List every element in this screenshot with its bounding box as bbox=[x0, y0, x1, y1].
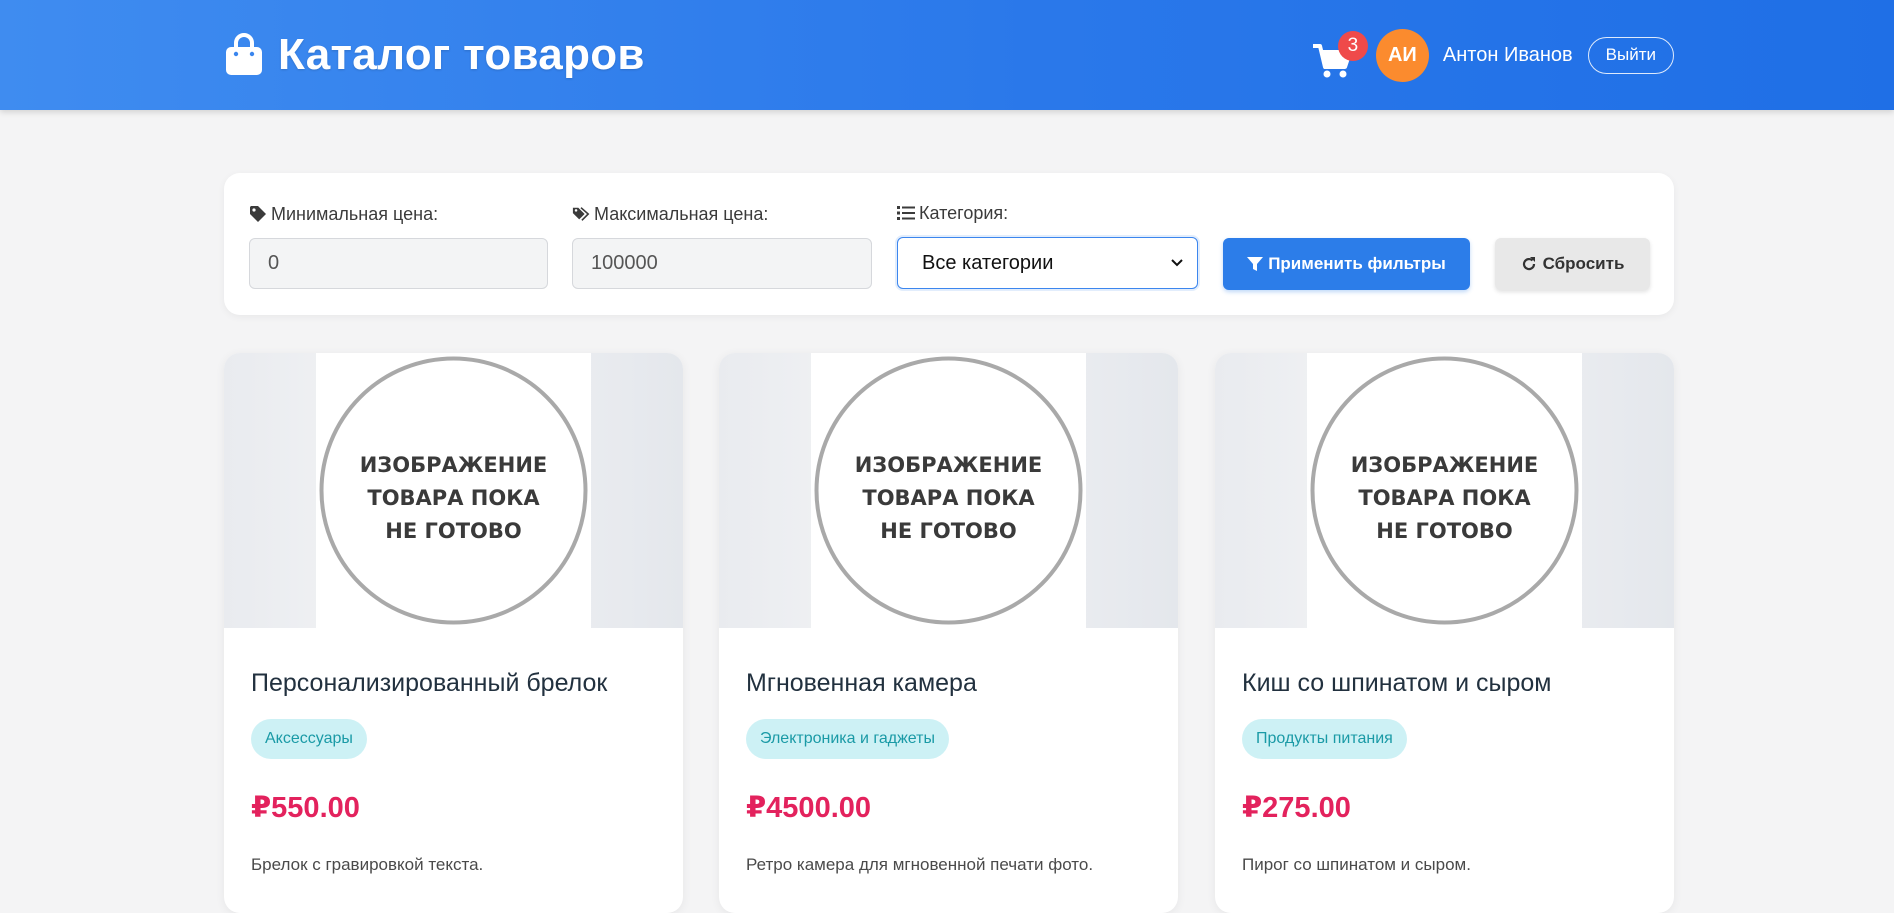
product-price: ₽275.00 bbox=[1242, 792, 1351, 824]
tag-icon bbox=[250, 206, 266, 222]
svg-text:ИЗОБРАЖЕНИЕ: ИЗОБРАЖЕНИЕ bbox=[360, 453, 548, 477]
category-selected-value: Все категории bbox=[922, 251, 1054, 274]
chevron-down-icon bbox=[1171, 259, 1183, 267]
refresh-icon bbox=[1522, 257, 1535, 271]
image-placeholder: ИЗОБРАЖЕНИЕ ТОВАРА ПОКА НЕ ГОТОВО bbox=[811, 353, 1086, 628]
max-price-group: Максимальная цена: 100000 bbox=[572, 203, 872, 289]
avatar[interactable]: АИ bbox=[1375, 28, 1429, 82]
tags-icon bbox=[572, 207, 590, 221]
user-name: Антон Иванов bbox=[1442, 43, 1573, 66]
filter-icon bbox=[1247, 257, 1264, 271]
svg-text:НЕ ГОТОВО: НЕ ГОТОВО bbox=[385, 519, 522, 543]
min-price-group: Минимальная цена: 0 bbox=[249, 203, 548, 289]
placeholder-graphic: ИЗОБРАЖЕНИЕ ТОВАРА ПОКА НЕ ГОТОВО bbox=[319, 356, 588, 625]
product-price: ₽550.00 bbox=[251, 792, 360, 824]
category-badge: Аксессуары bbox=[251, 719, 367, 759]
list-icon bbox=[897, 206, 915, 220]
product-description: Пирог со шпинатом и сыром. bbox=[1242, 855, 1471, 874]
placeholder-graphic: ИЗОБРАЖЕНИЕ ТОВАРА ПОКА НЕ ГОТОВО bbox=[814, 356, 1083, 625]
product-image: ИЗОБРАЖЕНИЕ ТОВАРА ПОКА НЕ ГОТОВО bbox=[1215, 353, 1674, 628]
svg-text:НЕ ГОТОВО: НЕ ГОТОВО bbox=[880, 519, 1017, 543]
image-placeholder: ИЗОБРАЖЕНИЕ ТОВАРА ПОКА НЕ ГОТОВО bbox=[316, 353, 591, 628]
cart-button[interactable]: 3 bbox=[1312, 31, 1368, 78]
product-image: ИЗОБРАЖЕНИЕ ТОВАРА ПОКА НЕ ГОТОВО bbox=[224, 353, 683, 628]
brand[interactable]: Каталог товаров bbox=[224, 30, 645, 80]
logout-button[interactable]: Выйти bbox=[1587, 36, 1674, 74]
svg-text:ИЗОБРАЖЕНИЕ: ИЗОБРАЖЕНИЕ bbox=[855, 453, 1043, 477]
min-price-input[interactable]: 0 bbox=[249, 238, 548, 289]
category-label: Категория: bbox=[897, 202, 1198, 224]
image-placeholder: ИЗОБРАЖЕНИЕ ТОВАРА ПОКА НЕ ГОТОВО bbox=[1307, 353, 1582, 628]
svg-text:ТОВАРА ПОКА: ТОВАРА ПОКА bbox=[1358, 486, 1531, 510]
apply-filters-button[interactable]: Применить фильтры bbox=[1223, 238, 1470, 290]
page-title: Каталог товаров bbox=[278, 30, 645, 79]
product-description: Ретро камера для мгновенной печати фото. bbox=[746, 855, 1094, 874]
min-price-label: Минимальная цена: bbox=[249, 203, 548, 225]
app-header: Каталог товаров 3 АИ Антон Иванов Выйти bbox=[0, 0, 1894, 110]
svg-text:ИЗОБРАЖЕНИЕ: ИЗОБРАЖЕНИЕ bbox=[1351, 453, 1539, 477]
user-area: 3 АИ Антон Иванов Выйти bbox=[1312, 28, 1674, 82]
filter-panel: Минимальная цена: 0 Максимальная цена: 1… bbox=[224, 173, 1674, 315]
product-card[interactable]: ИЗОБРАЖЕНИЕ ТОВАРА ПОКА НЕ ГОТОВО Киш со… bbox=[1215, 353, 1674, 913]
category-select[interactable]: Все категории bbox=[897, 237, 1198, 289]
product-card[interactable]: ИЗОБРАЖЕНИЕ ТОВАРА ПОКА НЕ ГОТОВО Мгнове… bbox=[719, 353, 1178, 913]
svg-text:ТОВАРА ПОКА: ТОВАРА ПОКА bbox=[862, 486, 1035, 510]
placeholder-graphic: ИЗОБРАЖЕНИЕ ТОВАРА ПОКА НЕ ГОТОВО bbox=[1310, 356, 1579, 625]
product-title[interactable]: Персонализированный брелок bbox=[251, 669, 607, 698]
product-description: Брелок с гравировкой текста. bbox=[251, 855, 484, 874]
cart-count-badge: 3 bbox=[1337, 31, 1368, 61]
product-image: ИЗОБРАЖЕНИЕ ТОВАРА ПОКА НЕ ГОТОВО bbox=[719, 353, 1178, 628]
shopping-bag-icon bbox=[226, 33, 262, 75]
category-badge: Электроника и гаджеты bbox=[746, 719, 949, 759]
max-price-input[interactable]: 100000 bbox=[572, 238, 872, 289]
svg-text:НЕ ГОТОВО: НЕ ГОТОВО bbox=[1376, 519, 1513, 543]
max-price-label: Максимальная цена: bbox=[572, 203, 872, 225]
product-card[interactable]: ИЗОБРАЖЕНИЕ ТОВАРА ПОКА НЕ ГОТОВО Персон… bbox=[224, 353, 683, 913]
reset-filters-button[interactable]: Сбросить bbox=[1495, 238, 1650, 290]
category-badge: Продукты питания bbox=[1242, 719, 1407, 759]
product-title[interactable]: Мгновенная камера bbox=[746, 669, 977, 698]
product-title[interactable]: Киш со шпинатом и сыром bbox=[1242, 669, 1551, 698]
svg-text:ТОВАРА ПОКА: ТОВАРА ПОКА bbox=[367, 486, 540, 510]
category-group: Категория: Все категории bbox=[897, 202, 1198, 289]
product-price: ₽4500.00 bbox=[746, 792, 872, 824]
